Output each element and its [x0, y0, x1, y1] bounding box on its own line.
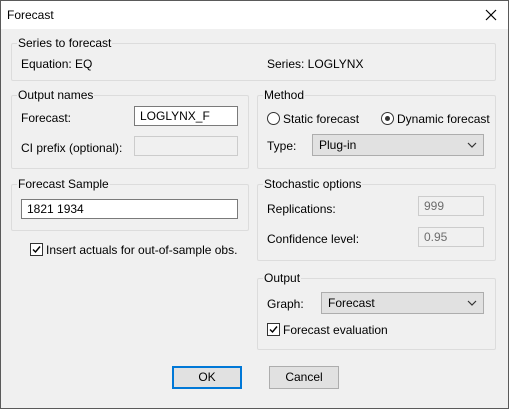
ci-prefix-input[interactable] — [134, 136, 238, 156]
dynamic-forecast-radio[interactable] — [381, 112, 394, 125]
output-group — [257, 278, 496, 350]
output-legend: Output — [263, 271, 302, 285]
series-label: Series: LOGLYNX — [267, 57, 364, 71]
replications-label: Replications: — [267, 202, 336, 216]
forecast-dialog: Forecast Series to forecast Equation: EQ… — [0, 0, 509, 409]
ci-prefix-label: CI prefix (optional): — [21, 141, 123, 155]
type-label: Type: — [267, 139, 297, 153]
method-legend: Method — [263, 88, 306, 102]
forecast-evaluation-label[interactable]: Forecast evaluation — [283, 323, 388, 337]
close-icon — [485, 9, 497, 21]
close-button[interactable] — [474, 1, 508, 29]
stochastic-options-legend: Stochastic options — [263, 177, 363, 191]
confidence-level-input[interactable]: 0.95 — [418, 227, 484, 247]
replications-input[interactable]: 999 — [418, 196, 484, 216]
insert-actuals-checkbox[interactable] — [30, 243, 43, 256]
insert-actuals-label[interactable]: Insert actuals for out-of-sample obs. — [46, 243, 237, 257]
cancel-button[interactable]: Cancel — [269, 366, 339, 389]
graph-dropdown[interactable]: Forecast — [321, 292, 484, 314]
static-forecast-radio[interactable] — [267, 112, 280, 125]
forecast-sample-legend: Forecast Sample — [17, 177, 110, 191]
title-bar: Forecast — [1, 1, 508, 29]
type-dropdown-value: Plug-in — [319, 138, 357, 152]
type-dropdown[interactable]: Plug-in — [312, 134, 484, 156]
series-group-legend: Series to forecast — [17, 36, 113, 50]
forecast-sample-input[interactable]: 1821 1934 — [21, 199, 238, 219]
forecast-evaluation-checkbox[interactable] — [267, 323, 280, 336]
window-title: Forecast — [7, 8, 54, 22]
graph-dropdown-value: Forecast — [328, 296, 375, 310]
static-forecast-label[interactable]: Static forecast — [283, 112, 359, 126]
confidence-level-label: Confidence level: — [267, 232, 360, 246]
output-names-legend: Output names — [17, 88, 95, 102]
chevron-down-icon — [467, 142, 477, 148]
dynamic-forecast-label[interactable]: Dynamic forecast — [397, 112, 490, 126]
ok-button[interactable]: OK — [172, 366, 242, 389]
equation-label: Equation: EQ — [21, 57, 93, 71]
forecast-name-label: Forecast: — [21, 111, 72, 125]
graph-label: Graph: — [267, 297, 304, 311]
forecast-name-input[interactable]: LOGLYNX_F — [134, 106, 238, 126]
radio-selected-dot — [385, 116, 390, 121]
method-group — [257, 95, 496, 169]
checkmark-icon — [32, 246, 41, 254]
checkmark-icon — [269, 326, 278, 334]
chevron-down-icon — [467, 300, 477, 306]
